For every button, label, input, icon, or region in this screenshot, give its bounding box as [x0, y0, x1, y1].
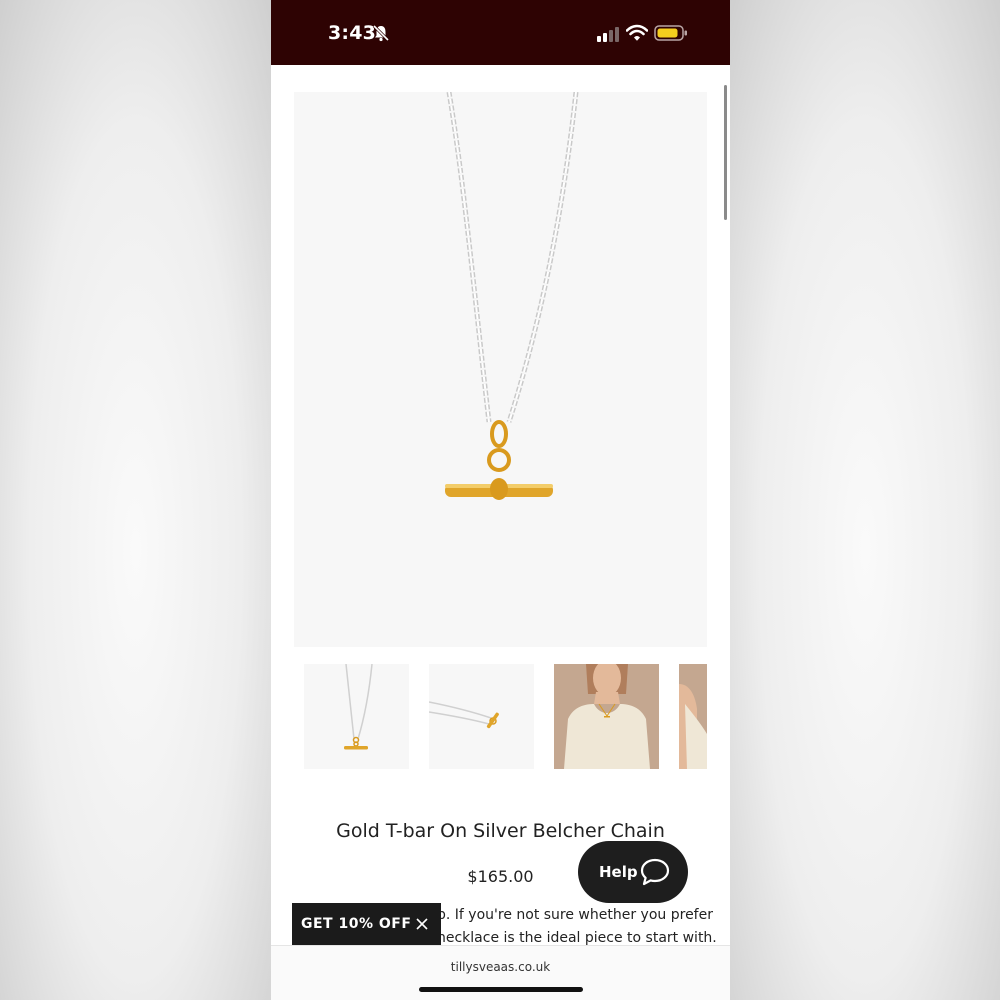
gallery-thumbnail-1[interactable]: [304, 664, 409, 769]
necklace-image: [445, 91, 579, 500]
product-title: Gold T-bar On Silver Belcher Chain: [336, 820, 665, 842]
bell-slash-icon: [372, 24, 390, 42]
scrollbar[interactable]: [724, 85, 727, 220]
browser-address-bar[interactable]: tillysveaas.co.uk: [271, 945, 730, 1000]
background-right: [730, 0, 1000, 1000]
product-description-line: p. If you're not sure whether you prefer: [437, 907, 713, 923]
necklace-image: [429, 701, 499, 729]
discount-banner[interactable]: GET 10% OFF: [292, 903, 441, 945]
status-time: 3:43: [328, 22, 377, 44]
necklace-image: [344, 664, 373, 750]
help-label: Help: [599, 863, 638, 881]
model-image: [679, 664, 707, 769]
product-main-image[interactable]: [294, 91, 707, 647]
product-page: Gold T-bar On Silver Belcher Chain $165.…: [271, 65, 730, 946]
close-icon[interactable]: [416, 918, 428, 930]
home-indicator[interactable]: [419, 987, 583, 992]
battery-icon: [654, 25, 687, 41]
phone-screen: 3:43 Gold T-bar On Silver Belcher Chain …: [271, 0, 730, 1000]
cellular-signal-icon: [597, 27, 619, 42]
gallery-thumbnail-4[interactable]: [679, 664, 707, 769]
model-image: [554, 664, 659, 769]
product-description-line: necklace is the ideal piece to start wit…: [437, 930, 717, 946]
background-left: [0, 0, 271, 1000]
status-bar: 3:43: [271, 0, 730, 65]
url-text: tillysveaas.co.uk: [450, 960, 551, 974]
gallery-thumbnail-3[interactable]: [554, 664, 659, 769]
help-chat-button[interactable]: Help: [578, 841, 688, 903]
chat-bubble-icon: [640, 858, 670, 886]
gallery-thumbnail-2[interactable]: [429, 664, 534, 769]
discount-label: GET 10% OFF: [301, 916, 412, 932]
wifi-icon: [626, 24, 648, 41]
